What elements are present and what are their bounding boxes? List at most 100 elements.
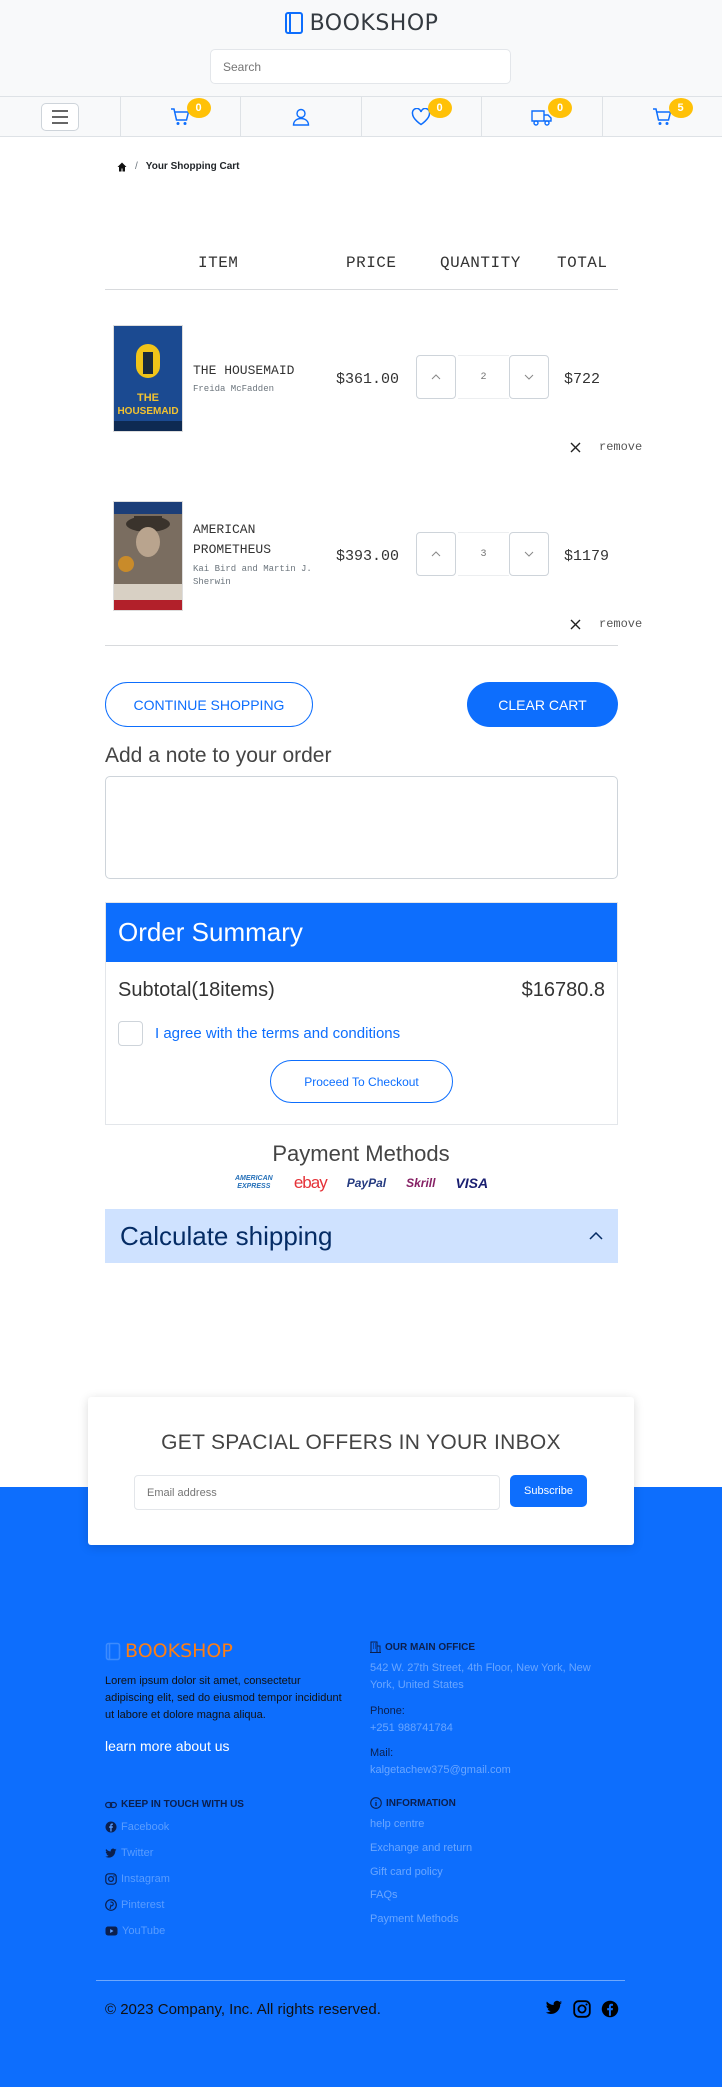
item-total: $1179: [564, 548, 610, 565]
instagram-icon[interactable]: [573, 2000, 591, 2018]
home-icon[interactable]: [117, 162, 127, 172]
order-note-label: Add a note to your order: [105, 744, 332, 767]
book-icon: [105, 1642, 121, 1661]
ebay-logo: ebay: [293, 1173, 328, 1192]
information-section-title: INFORMATION: [370, 1797, 456, 1809]
remove-button[interactable]: remove: [570, 617, 642, 631]
toolbar-account-button[interactable]: [241, 97, 362, 136]
youtube-icon: [105, 1926, 118, 1936]
mail-address[interactable]: kalgetachew375@gmail.com: [370, 1762, 511, 1779]
item-total: $722: [564, 371, 601, 388]
item-price: $361.00: [336, 371, 400, 388]
breadcrumb: / Your Shopping Cart: [117, 161, 239, 172]
footer-brand[interactable]: BOOKSHOP: [105, 1640, 233, 1662]
remove-button[interactable]: remove: [570, 440, 642, 454]
quantity-increase-button[interactable]: [416, 355, 456, 399]
phone-number[interactable]: +251 988741784: [370, 1720, 453, 1737]
search-input[interactable]: [211, 50, 510, 83]
toolbar-wishlist-button[interactable]: 0: [362, 97, 482, 136]
menu-icon: [51, 109, 69, 124]
remove-label: remove: [599, 440, 643, 454]
delivery-count-badge: 0: [548, 98, 572, 118]
footer-about-text: Lorem ipsum dolor sit amet, consectetur …: [105, 1675, 342, 1721]
item-title[interactable]: AMERICAN PROMETHEUS: [193, 520, 303, 560]
book-cover-image[interactable]: THE HOUSEMAID: [113, 325, 183, 432]
order-note-field[interactable]: [105, 776, 618, 879]
quantity-decrease-button[interactable]: [509, 532, 549, 576]
toolbar-delivery-button[interactable]: 0: [482, 97, 603, 136]
breadcrumb-current: Your Shopping Cart: [145, 161, 240, 172]
column-total: TOTAL: [557, 254, 608, 272]
phone-label: Phone:: [370, 1705, 405, 1717]
twitter-link[interactable]: Twitter: [105, 1847, 153, 1859]
cart-row: AMERICAN PROMETHEUS Kai Bird and Martin …: [105, 495, 642, 635]
chevron-down-icon: [524, 551, 534, 557]
instagram-icon: [105, 1873, 117, 1885]
clear-cart-button[interactable]: CLEAR CART: [467, 682, 618, 727]
terms-checkbox[interactable]: [118, 1021, 143, 1046]
chevron-up-icon: [431, 374, 441, 380]
info-link-gift-card[interactable]: Gift card policy: [370, 1864, 443, 1881]
youtube-link[interactable]: YouTube: [105, 1925, 165, 1937]
menu-button[interactable]: [40, 102, 79, 131]
brand-logo[interactable]: BOOKSHOP: [0, 8, 722, 38]
cart-row: THE HOUSEMAID THE HOUSEMAID Freida McFad…: [105, 318, 642, 458]
info-link-exchange[interactable]: Exchange and return: [370, 1840, 472, 1857]
newsletter-box: GET SPACIAL OFFERS IN YOUR INBOX Subscri…: [88, 1397, 634, 1545]
instagram-link[interactable]: Instagram: [105, 1873, 170, 1885]
pinterest-link[interactable]: Pinterest: [105, 1899, 164, 1911]
icon-toolbar: 0 0 0 5: [0, 96, 722, 137]
order-summary-title: Order Summary: [106, 903, 617, 962]
subtotal-label: Subtotal(18items): [118, 979, 275, 1001]
continue-shopping-button[interactable]: CONTINUE SHOPPING: [105, 682, 313, 727]
info-link-faqs[interactable]: FAQs: [370, 1887, 398, 1904]
social-section-title: KEEP IN TOUCH WITH US: [105, 1799, 244, 1810]
book-cover-image[interactable]: [113, 501, 183, 611]
toolbar-cart-button[interactable]: 0: [121, 97, 241, 136]
proceed-to-checkout-button[interactable]: Proceed To Checkout: [270, 1060, 453, 1103]
pinterest-icon: [105, 1899, 117, 1911]
learn-more-link[interactable]: learn more about us: [105, 1738, 230, 1754]
visa-logo: VISA: [455, 1175, 489, 1191]
info-icon: [370, 1797, 382, 1809]
info-link-help[interactable]: help centre: [370, 1816, 424, 1833]
facebook-icon[interactable]: [601, 2000, 619, 2018]
column-item: ITEM: [198, 254, 239, 272]
calculate-shipping-title: Calculate shipping: [120, 1220, 333, 1251]
terms-label[interactable]: I agree with the terms and conditions: [155, 1025, 400, 1042]
subscribe-button[interactable]: Subscribe: [510, 1475, 587, 1507]
item-title[interactable]: THE HOUSEMAID: [193, 361, 294, 381]
svg-text:HOUSEMAID: HOUSEMAID: [117, 406, 178, 417]
cart-table-header: ITEM PRICE QUANTITY TOTAL: [105, 242, 618, 290]
footer-divider: [96, 1980, 625, 1981]
svg-text:THE: THE: [137, 392, 159, 404]
column-price: PRICE: [346, 254, 397, 272]
newsletter-email-input[interactable]: [134, 1475, 500, 1510]
link-icon: [105, 1801, 117, 1809]
newsletter-title: GET SPACIAL OFFERS IN YOUR INBOX: [161, 1431, 561, 1454]
calculate-shipping-accordion[interactable]: Calculate shipping: [105, 1209, 618, 1263]
payment-logos: AMERICAN EXPRESS ebay PayPal Skrill VISA: [0, 1173, 722, 1193]
facebook-link[interactable]: Facebook: [105, 1821, 169, 1833]
paypal-logo: PayPal: [346, 1176, 387, 1190]
twitter-icon[interactable]: [545, 2000, 563, 2018]
subtotal-value: $16780.8: [521, 979, 605, 1001]
column-quantity: QUANTITY: [440, 254, 521, 272]
chevron-up-icon: [431, 551, 441, 557]
twitter-icon: [105, 1848, 117, 1859]
footer-social-icons: [545, 2000, 619, 2018]
footer-brand-name: BOOKSHOP: [125, 1640, 233, 1662]
quantity-value[interactable]: 3: [458, 532, 509, 576]
info-link-payment[interactable]: Payment Methods: [370, 1911, 459, 1928]
quantity-increase-button[interactable]: [416, 532, 456, 576]
close-icon: [570, 442, 581, 453]
close-icon: [570, 619, 581, 630]
item-author: Freida McFadden: [193, 384, 275, 394]
quantity-value[interactable]: 2: [458, 355, 509, 399]
quantity-decrease-button[interactable]: [509, 355, 549, 399]
cart2-count-badge: 5: [668, 98, 693, 118]
item-author: Kai Bird and Martin J. Sherwin: [193, 564, 312, 587]
search-box: [210, 49, 511, 84]
toolbar-cart2-button[interactable]: 5: [603, 97, 722, 136]
copyright-text: © 2023 Company, Inc. All rights reserved…: [105, 2001, 381, 2018]
